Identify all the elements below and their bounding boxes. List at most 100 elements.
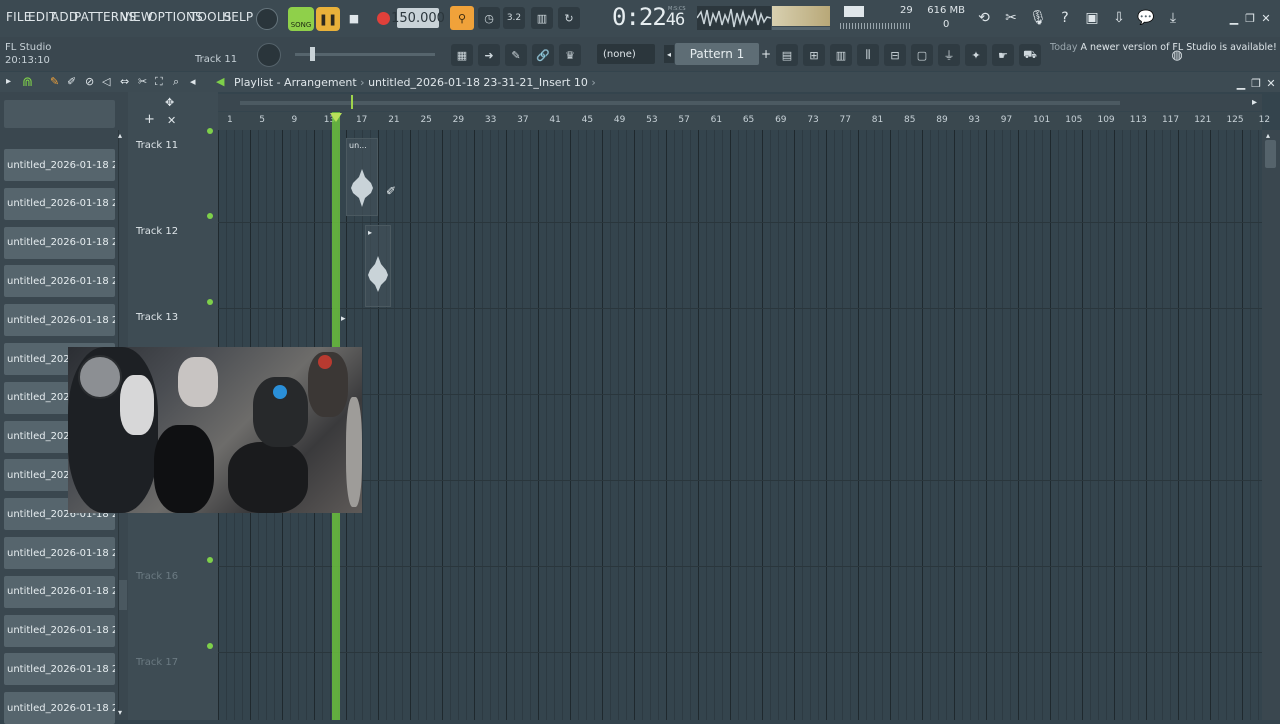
add-track-icon[interactable]: + [144, 112, 155, 127]
shop-button[interactable]: ⛟ [1019, 44, 1041, 66]
clip-list-item[interactable]: untitled_2026-01-18 23-... [4, 575, 115, 608]
recording-button[interactable]: ☛ [992, 44, 1014, 66]
mixer-button[interactable]: ⫼ [857, 44, 879, 66]
globe-icon[interactable]: ◍ [1166, 44, 1188, 66]
playback-tool-icon[interactable]: ◂ [190, 75, 196, 88]
mute-tool-icon[interactable]: ◁ [102, 75, 110, 88]
vertical-scroll-thumb[interactable] [1265, 140, 1276, 168]
track-name[interactable]: Track 11 [136, 140, 178, 151]
clip-list-header [4, 100, 115, 128]
clip-list-scroll-thumb[interactable] [119, 580, 127, 610]
clip-list-item[interactable]: untitled_2026-01-18 23-... [4, 226, 115, 259]
track-name[interactable]: Track 17 [136, 657, 178, 668]
clip-list-item[interactable]: untitled_2026-01-18 23-... [4, 614, 115, 647]
clip-list-item[interactable]: untitled_2026-01-18 23-... [4, 653, 115, 686]
playlist-view-button[interactable]: ▤ [776, 44, 798, 66]
slip-tool-icon[interactable]: ⇔ [120, 75, 129, 88]
playhead-marker-icon[interactable] [329, 113, 342, 122]
song-mode-button[interactable]: SONG [288, 7, 314, 31]
channel-select[interactable]: (none) [597, 44, 655, 64]
clip-list-item[interactable]: untitled_2026-01-18 23-... [4, 149, 115, 181]
slice-tool-icon[interactable]: ✂ [138, 75, 147, 88]
loop-record-button[interactable]: ↻ [558, 7, 580, 29]
clip-list-item[interactable]: untitled_2026-01-18 23-... [4, 692, 115, 724]
main-slider-thumb[interactable] [310, 47, 315, 61]
track-expand-icon[interactable]: ✥ [165, 96, 174, 109]
chat-icon[interactable]: 💬 [1135, 7, 1157, 29]
draw-tool-button[interactable]: ✎ [505, 44, 527, 66]
undo-icon[interactable]: ⟲ [973, 7, 995, 29]
panel-scroll-up-icon[interactable]: ▴ [118, 131, 122, 140]
save-icon[interactable]: ▣ [1081, 7, 1103, 29]
clip-list-item[interactable]: untitled_2026-01-18 23-... [4, 304, 115, 337]
stamp-button[interactable]: ♛ [559, 44, 581, 66]
close-window-button[interactable]: ✕ [1259, 11, 1273, 25]
audio-clip[interactable]: un... [346, 138, 378, 216]
brush-tool-icon[interactable]: ✐ [67, 75, 76, 88]
playlist-menu-arrow-icon[interactable]: ▸ [6, 76, 11, 87]
cut-icon[interactable]: ✂ [1000, 7, 1022, 29]
track-mute-led[interactable] [207, 557, 213, 563]
arrow-tool-button[interactable]: ➜ [478, 44, 500, 66]
news-panel[interactable]: Today A newer version of FL Studio is av… [1050, 42, 1277, 54]
master-pitch-slider[interactable] [772, 27, 830, 30]
microphone-icon[interactable]: 🎙 [1027, 7, 1049, 29]
link-button[interactable]: 🔗 [532, 44, 554, 66]
main-slider-track[interactable] [295, 53, 435, 56]
clip-list-item[interactable]: untitled_2026-01-18 23-... [4, 187, 115, 220]
wizard-button[interactable]: ✦ [965, 44, 987, 66]
add-pattern-button[interactable]: + [760, 45, 772, 63]
channel-rack-button[interactable]: ⊞ [803, 44, 825, 66]
pattern-select[interactable]: Pattern 1 [675, 43, 759, 65]
cpu-monitor[interactable]: 29 [840, 4, 920, 32]
piano-roll-view-button[interactable]: ▥ [830, 44, 852, 66]
panel-scroll-down-icon[interactable]: ▾ [118, 708, 122, 717]
step-edit-button[interactable]: ▥ [531, 7, 553, 29]
track-name[interactable]: Track 16 [136, 571, 178, 582]
help-icon[interactable]: ? [1054, 7, 1076, 29]
track-mute-led[interactable] [207, 643, 213, 649]
wait-input-button[interactable]: ◷ [478, 7, 500, 29]
browser-button[interactable]: ⊟ [884, 44, 906, 66]
audio-clip[interactable]: ▸ [365, 225, 391, 307]
playlist-minimize-button[interactable]: ▁ [1234, 76, 1248, 90]
clip-list-item[interactable]: untitled_2026-01-18 23-... [4, 265, 115, 298]
restore-window-button[interactable]: ❐ [1243, 11, 1257, 25]
pencil-tool-icon[interactable]: ✎ [50, 75, 59, 88]
zoom-tool-icon[interactable]: ⌕ [173, 75, 179, 89]
track-mute-led[interactable] [207, 128, 213, 134]
pause-button[interactable]: ❚❚ [316, 7, 340, 31]
master-volume-knob[interactable] [256, 8, 278, 30]
minimize-window-button[interactable]: ▁ [1227, 11, 1241, 25]
tempo-display[interactable]: 150.000 [391, 8, 445, 28]
scroll-up-icon[interactable]: ▴ [1266, 131, 1270, 140]
clip-list-item[interactable]: untitled_2026-01-18 23-... [4, 537, 115, 569]
waveform-monitor[interactable] [696, 6, 772, 30]
playlist-close-button[interactable]: ✕ [1264, 76, 1278, 90]
remove-track-icon[interactable]: ✕ [167, 114, 176, 127]
pitch-knob[interactable] [257, 43, 281, 67]
magnet-icon[interactable]: ⋒ [22, 75, 36, 90]
select-tool-icon[interactable]: ⛶ [155, 75, 163, 89]
track-name[interactable]: Track 12 [136, 226, 178, 237]
delete-tool-icon[interactable]: ⊘ [85, 75, 94, 88]
pattern-prev-icon[interactable]: ◂ [664, 45, 674, 63]
track-name[interactable]: Track 13 [136, 312, 178, 323]
countdown-button[interactable]: 3.2 [503, 7, 525, 29]
project-button[interactable]: ▢ [911, 44, 933, 66]
timeline-scroll-right-icon[interactable]: ▸ [1252, 97, 1257, 108]
plugin-button[interactable]: ⏚ [938, 44, 960, 66]
metronome-button[interactable]: ⚲ [450, 6, 474, 30]
playlist-speaker-icon[interactable]: ◀ [216, 75, 224, 88]
vertical-scrollbar[interactable] [1262, 130, 1280, 720]
track-mute-led[interactable] [207, 299, 213, 305]
playlist-maximize-button[interactable]: ❐ [1249, 76, 1263, 90]
download-icon[interactable]: ⤓ [1162, 7, 1184, 29]
playhead-overview-marker[interactable] [351, 95, 353, 109]
track-mute-led[interactable] [207, 213, 213, 219]
piano-roll-button[interactable]: ▦ [451, 44, 473, 66]
render-icon[interactable]: ⇩ [1108, 7, 1130, 29]
menu-help[interactable]: HELP [222, 10, 253, 24]
timeline-scroll-bar[interactable] [240, 101, 1120, 105]
stop-button[interactable]: ■ [343, 7, 365, 29]
